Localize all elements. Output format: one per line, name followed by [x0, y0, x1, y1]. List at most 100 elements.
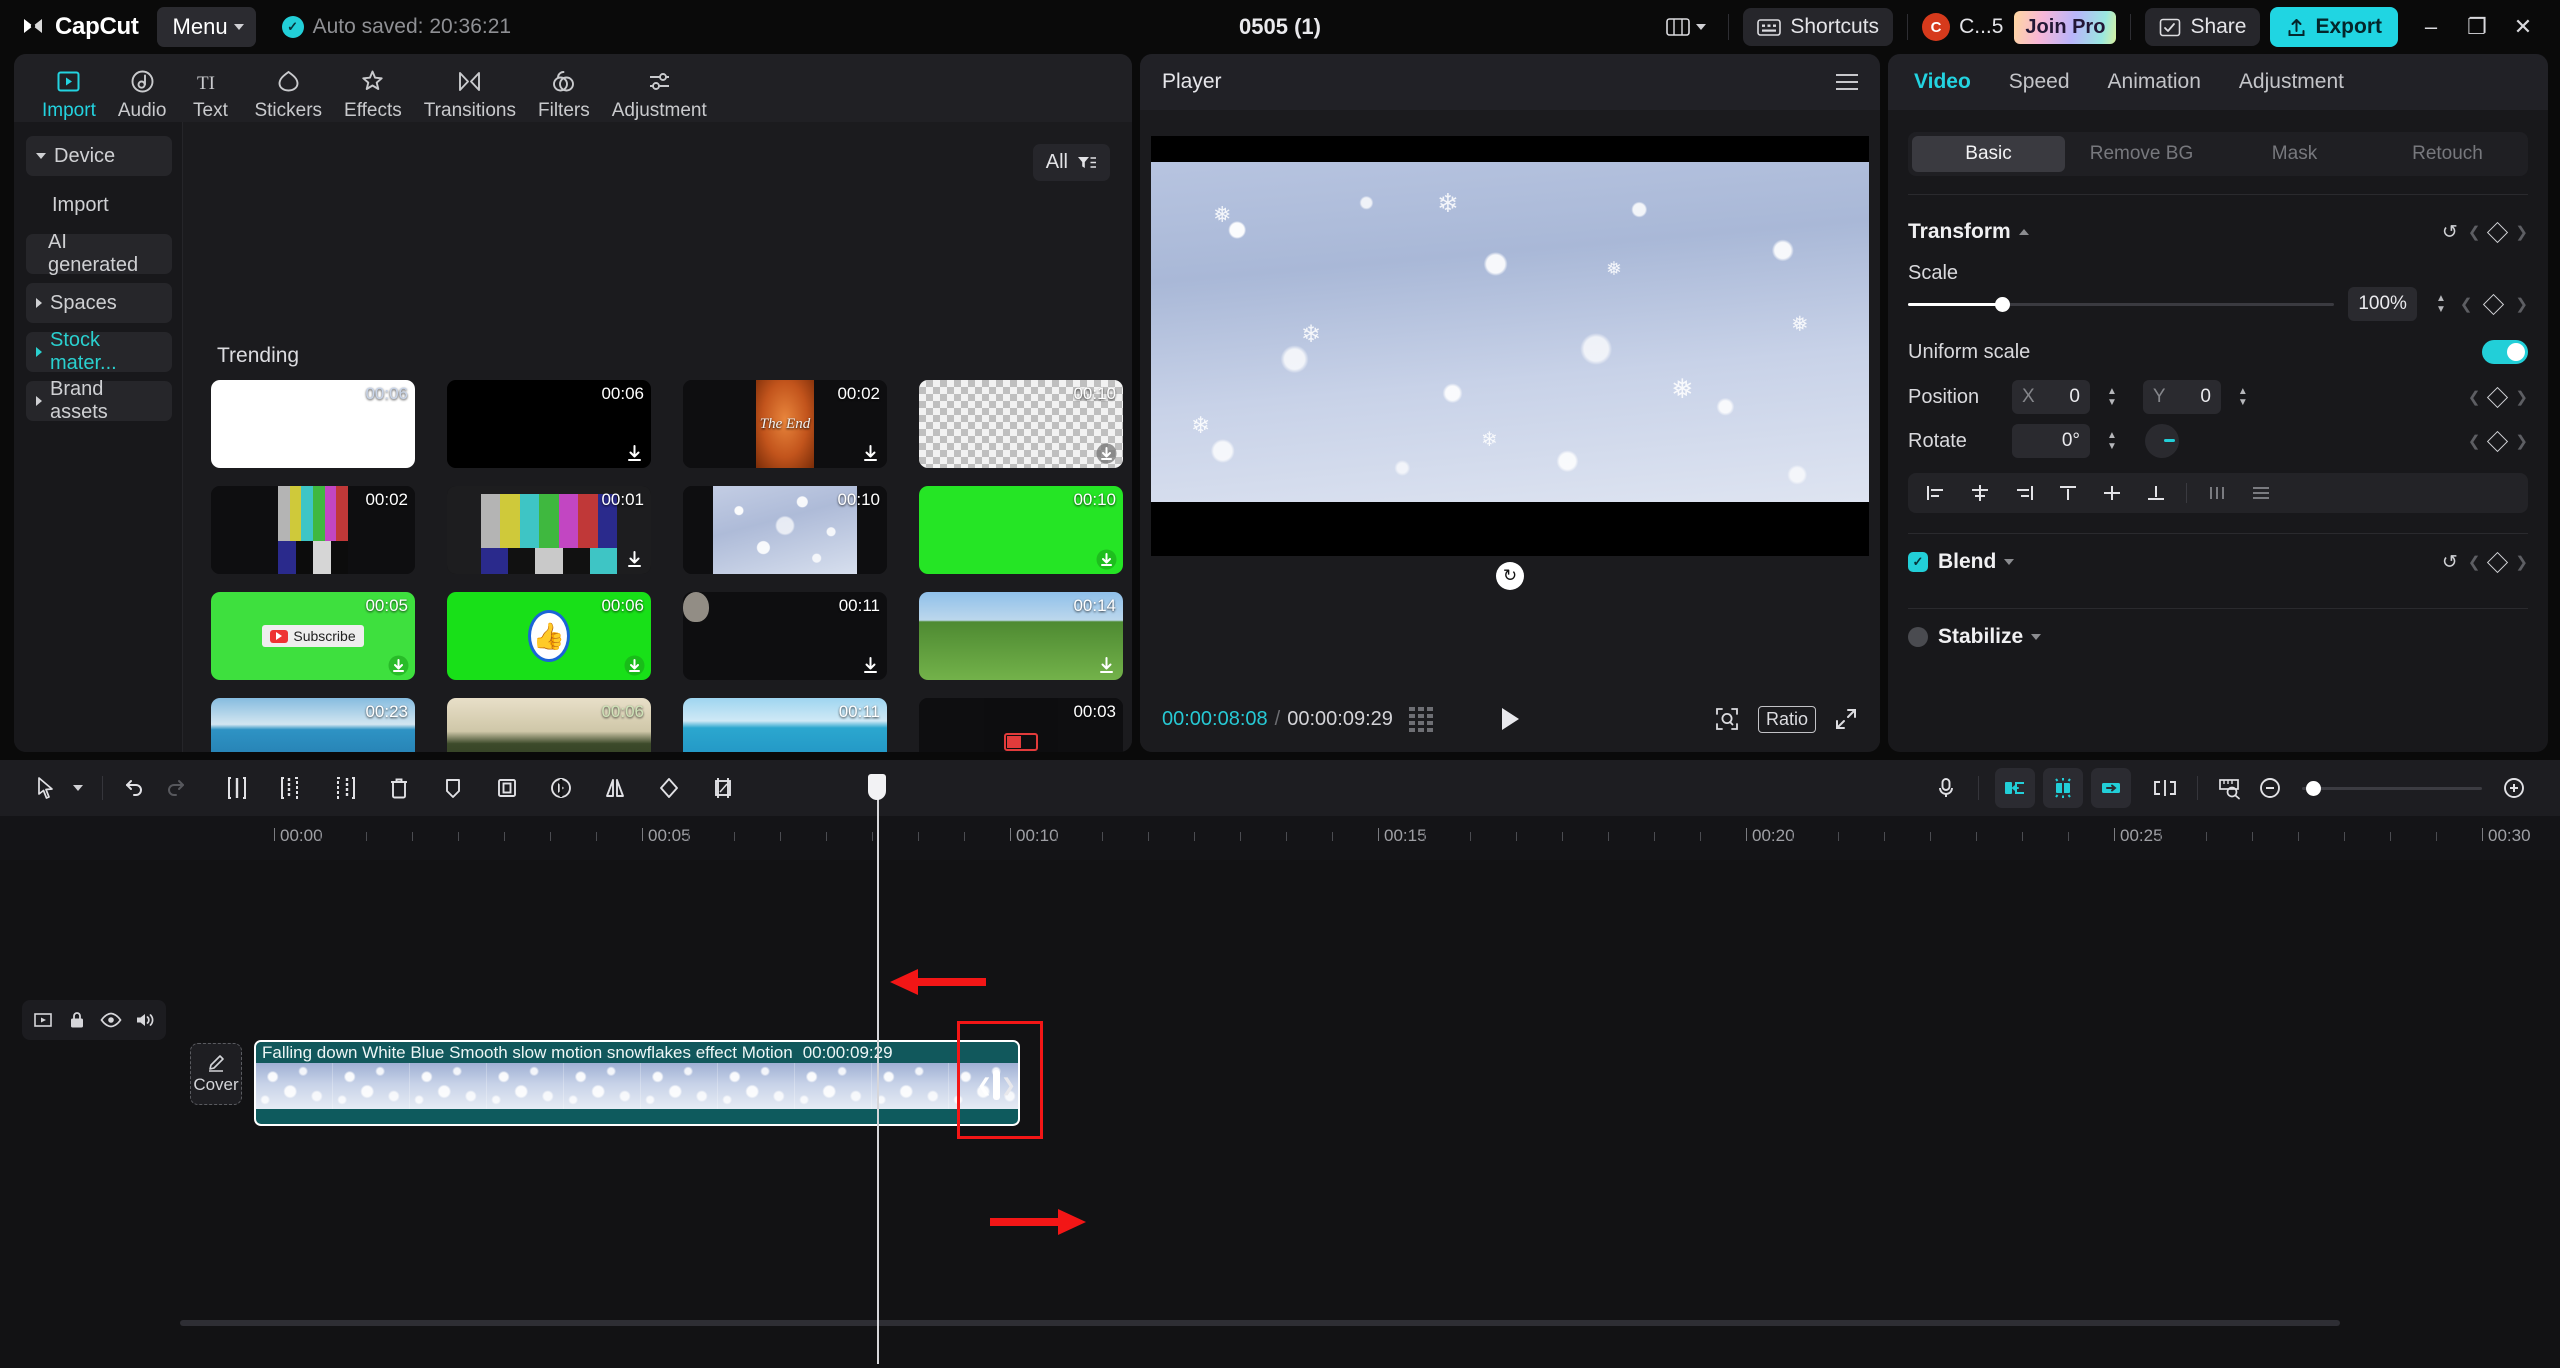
media-thumbnail[interactable]: 00:14: [919, 592, 1123, 680]
split-icon[interactable]: [217, 768, 257, 808]
download-icon[interactable]: [860, 443, 881, 464]
tab-text[interactable]: TI Text: [178, 60, 242, 122]
download-icon[interactable]: [1096, 655, 1117, 676]
next-keyframe-icon[interactable]: ❯: [2515, 388, 2528, 406]
playhead-handle[interactable]: [877, 774, 895, 800]
download-icon[interactable]: [624, 549, 645, 570]
timeline-clip[interactable]: Falling down White Blue Smooth slow moti…: [254, 1040, 1020, 1126]
auto-fill-right-icon[interactable]: [2091, 768, 2131, 808]
media-thumbnail[interactable]: 00:06: [211, 380, 415, 468]
download-icon[interactable]: [624, 443, 645, 464]
clip-trim-handle-right[interactable]: ❮ ❯: [977, 1070, 1016, 1100]
rotate-stepper[interactable]: ▲▼: [2107, 432, 2117, 451]
media-thumbnail[interactable]: 👍 00:06: [447, 592, 651, 680]
position-y-field[interactable]: Y 0: [2143, 380, 2221, 414]
close-button[interactable]: ✕: [2500, 7, 2546, 47]
lock-icon[interactable]: [60, 1004, 94, 1036]
segment-remove-bg[interactable]: Remove BG: [2065, 136, 2218, 172]
tab-video[interactable]: Video: [1914, 70, 1971, 94]
tab-speed[interactable]: Speed: [2009, 70, 2070, 94]
timeline-horizontal-scrollbar[interactable]: [180, 1320, 2340, 1326]
timeline-zoom-slider[interactable]: [2302, 787, 2482, 790]
align-middle-vertical-icon[interactable]: [2092, 477, 2132, 509]
segment-mask[interactable]: Mask: [2218, 136, 2371, 172]
next-keyframe-icon[interactable]: ❯: [2515, 295, 2528, 313]
zoom-out-icon[interactable]: [2250, 768, 2290, 808]
eye-icon[interactable]: [94, 1004, 128, 1036]
sidebar-item-stock-materials[interactable]: Stock mater...: [26, 332, 172, 372]
media-thumbnail[interactable]: 00:11: [683, 698, 887, 752]
menu-button[interactable]: Menu: [157, 7, 256, 47]
select-tool-dropdown-icon[interactable]: [66, 768, 90, 808]
prev-keyframe-icon[interactable]: ❮: [2468, 223, 2481, 241]
frames-icon[interactable]: [1409, 707, 1433, 732]
media-thumbnail[interactable]: The End 00:02: [683, 380, 887, 468]
keyframe-icon[interactable]: [2487, 551, 2508, 572]
chevron-down-icon[interactable]: [2004, 559, 2014, 565]
auto-cut-icon[interactable]: [2043, 768, 2083, 808]
rotate-value-field[interactable]: 0°: [2012, 424, 2090, 458]
export-button[interactable]: Export: [2270, 7, 2398, 47]
media-thumbnail[interactable]: 00:02: [211, 486, 415, 574]
tab-effects[interactable]: Effects: [334, 60, 412, 122]
prev-keyframe-icon[interactable]: ❮: [2468, 553, 2481, 571]
next-keyframe-icon[interactable]: ❯: [2515, 223, 2528, 241]
play-button[interactable]: [1499, 706, 1521, 732]
prev-keyframe-icon[interactable]: ❮: [2468, 388, 2481, 406]
tab-audio[interactable]: Audio: [108, 60, 177, 122]
media-thumbnail[interactable]: 00:11: [683, 592, 887, 680]
blend-checkbox[interactable]: ✓: [1908, 552, 1928, 572]
zoom-slider-knob[interactable]: [2306, 781, 2321, 796]
position-x-stepper[interactable]: ▲▼: [2107, 388, 2117, 407]
crop-icon[interactable]: [703, 768, 743, 808]
undo-icon[interactable]: [115, 768, 155, 808]
playhead-line[interactable]: [877, 798, 879, 1364]
media-thumbnail[interactable]: 00:01: [447, 486, 651, 574]
tab-transitions[interactable]: Transitions: [414, 60, 526, 122]
tab-adjustment[interactable]: Adjustment: [602, 60, 717, 122]
minimize-button[interactable]: –: [2408, 7, 2454, 47]
fullscreen-icon[interactable]: [1834, 707, 1858, 731]
layout-button[interactable]: [1658, 11, 1714, 43]
redo-icon[interactable]: [155, 768, 195, 808]
scale-slider-knob[interactable]: [1995, 297, 2010, 312]
share-button[interactable]: Share: [2145, 8, 2260, 46]
distribute-vertical-icon[interactable]: [2241, 477, 2281, 509]
auto-fill-left-icon[interactable]: [1995, 768, 2035, 808]
keyframe-icon[interactable]: [2487, 386, 2508, 407]
join-pro-button[interactable]: Join Pro: [2014, 11, 2116, 44]
trim-left-icon[interactable]: [271, 768, 311, 808]
timeline-ruler[interactable]: 00:00 00:05 00:10 00:15 00:20 00:25 00:3…: [0, 816, 2560, 860]
record-voiceover-icon[interactable]: [1926, 768, 1966, 808]
filter-all-button[interactable]: All: [1033, 144, 1110, 181]
download-icon[interactable]: [624, 655, 645, 676]
align-right-icon[interactable]: [2004, 477, 2044, 509]
keyframe-cut-icon[interactable]: [2145, 768, 2185, 808]
trim-right-icon[interactable]: [325, 768, 365, 808]
chevron-down-icon[interactable]: [2031, 634, 2041, 640]
volume-icon[interactable]: [128, 1004, 162, 1036]
align-left-icon[interactable]: [1916, 477, 1956, 509]
chevron-up-icon[interactable]: [2019, 229, 2029, 235]
marker-icon[interactable]: [433, 768, 473, 808]
media-thumbnail[interactable]: Subscribe 00:05: [211, 592, 415, 680]
rotate-dial[interactable]: [2145, 424, 2179, 458]
media-thumbnail[interactable]: 00:06: [447, 698, 651, 752]
sidebar-item-device[interactable]: Device: [26, 136, 172, 176]
rotate-icon[interactable]: [649, 768, 689, 808]
align-center-horizontal-icon[interactable]: [1960, 477, 2000, 509]
keyframe-icon[interactable]: [2487, 221, 2508, 242]
zoom-fit-icon[interactable]: [1714, 706, 1740, 732]
segment-basic[interactable]: Basic: [1912, 136, 2065, 172]
reset-icon[interactable]: ↺: [2442, 551, 2458, 574]
account-area[interactable]: C C...5 Join Pro: [1922, 11, 2116, 44]
next-keyframe-icon[interactable]: ❯: [2515, 432, 2528, 450]
position-y-stepper[interactable]: ▲▼: [2238, 388, 2248, 407]
mirror-icon[interactable]: [595, 768, 635, 808]
tab-filters[interactable]: Filters: [528, 60, 600, 122]
tab-import[interactable]: Import: [32, 60, 106, 122]
sidebar-item-spaces[interactable]: Spaces: [26, 283, 172, 323]
next-keyframe-icon[interactable]: ❯: [2515, 553, 2528, 571]
tab-adjustment[interactable]: Adjustment: [2239, 70, 2344, 94]
ratio-button[interactable]: Ratio: [1758, 706, 1816, 733]
